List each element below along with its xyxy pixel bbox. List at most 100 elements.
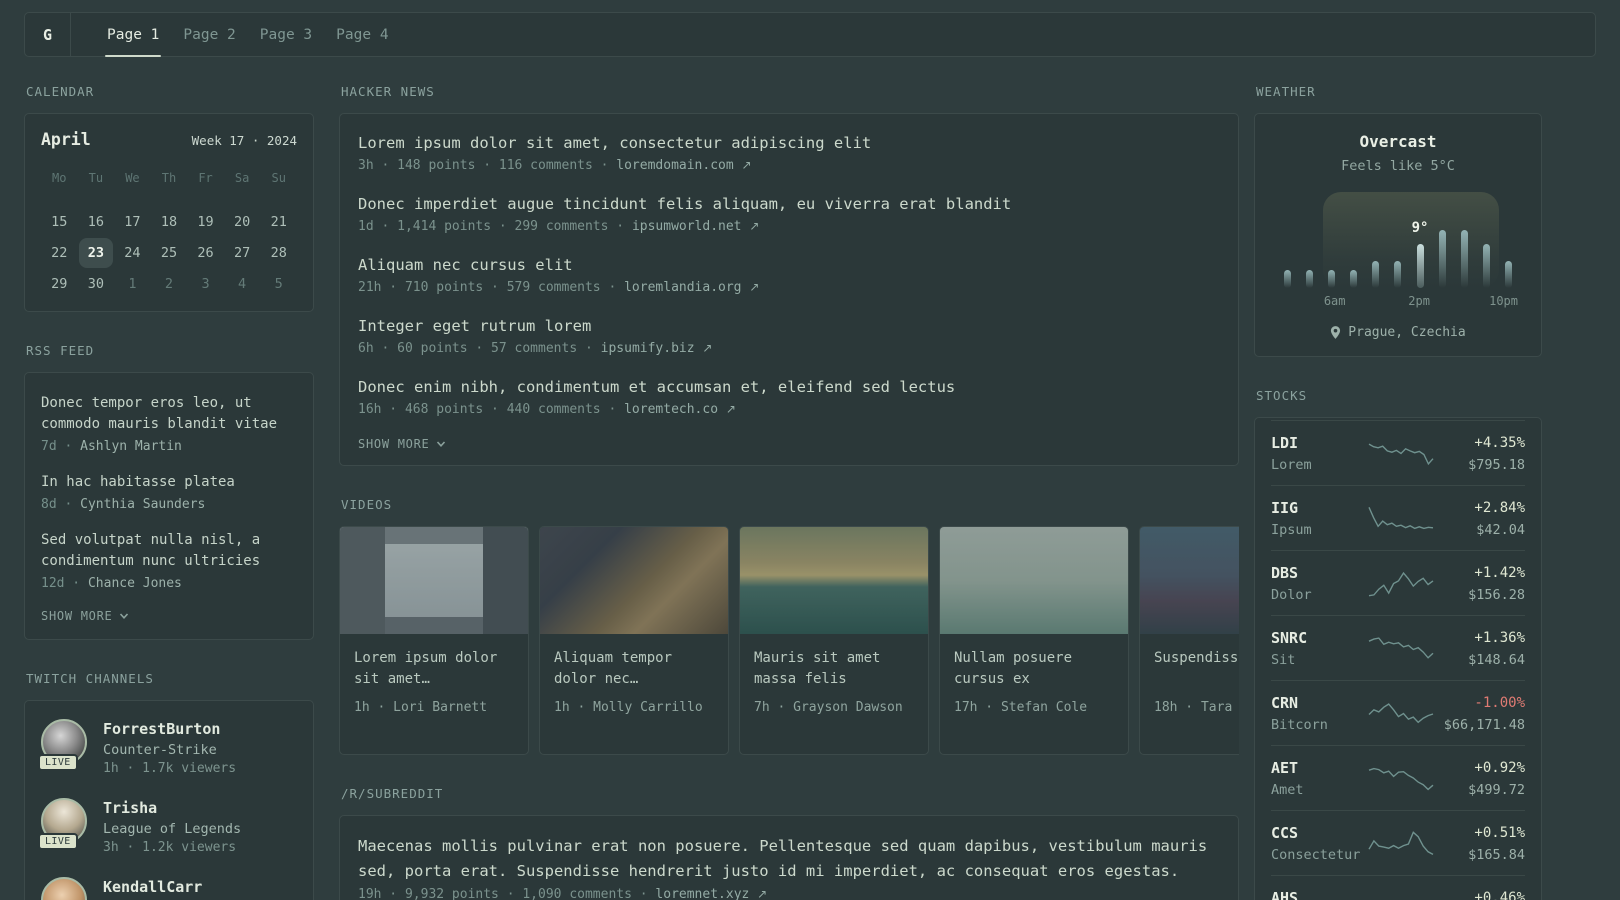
hackernews-item[interactable]: Donec enim nibh, condimentum et accumsan…	[358, 376, 1220, 417]
stock-symbol[interactable]: LDI	[1271, 434, 1367, 453]
video-card[interactable]: Nullam posuere cursus ex 17h · Stefan Co…	[939, 526, 1129, 755]
calendar-day[interactable]: 20	[225, 207, 259, 237]
calendar-day[interactable]: 25	[152, 238, 186, 268]
calendar-day[interactable]: 2	[152, 269, 186, 299]
calendar-day[interactable]: 26	[189, 238, 223, 268]
video-card[interactable]: Lorem ipsum dolor sit amet consectetu… 1…	[339, 526, 529, 755]
calendar-day[interactable]: 23	[78, 238, 113, 268]
hackernews-item[interactable]: Donec imperdiet augue tincidunt felis al…	[358, 193, 1220, 234]
rss-item-title[interactable]: In hac habitasse platea	[41, 472, 297, 493]
calendar-day[interactable]: 22	[42, 238, 76, 268]
stock-row[interactable]: AET Amet +0.92% $499.72	[1271, 745, 1525, 810]
video-thumbnail[interactable]	[940, 527, 1128, 634]
stock-symbol[interactable]: SNRC	[1271, 629, 1367, 648]
stock-price: $148.64	[1468, 652, 1525, 668]
calendar-day[interactable]: 16	[79, 207, 113, 237]
video-card-body: Nullam posuere cursus ex 17h · Stefan Co…	[940, 634, 1128, 715]
subreddit-post[interactable]: Maecenas mollis pulvinar erat non posuer…	[358, 834, 1220, 900]
app-logo[interactable]: G	[25, 13, 71, 56]
stock-price: $795.18	[1468, 457, 1525, 473]
video-title[interactable]: Mauris sit amet massa felis	[754, 648, 914, 690]
rss-item[interactable]: Sed volutpat nulla nisl, a condimentum n…	[41, 530, 297, 591]
calendar-day[interactable]: 28	[262, 238, 296, 268]
video-thumbnail[interactable]	[1140, 527, 1239, 634]
stock-row[interactable]: AHS Adipiscing +0.46% $88.20	[1271, 875, 1525, 900]
stock-symbol[interactable]: CCS	[1271, 824, 1367, 843]
weather-temp-bar	[1350, 270, 1358, 288]
page-tab[interactable]: Page 4	[324, 13, 400, 56]
calendar-day[interactable]: 17	[115, 207, 149, 237]
hackernews-show-more-button[interactable]: SHOW MORE	[358, 437, 1220, 451]
page-tab-label: Page 2	[183, 26, 236, 43]
video-thumbnail[interactable]	[340, 527, 528, 634]
calendar-day[interactable]: 1	[115, 269, 149, 299]
hackernews-item-domain[interactable]: ipsumworld.net	[632, 219, 742, 234]
stock-row[interactable]: SNRC Sit +1.36% $148.64	[1271, 615, 1525, 680]
stock-symbol[interactable]: AET	[1271, 759, 1367, 778]
hackernews-item-title[interactable]: Donec imperdiet augue tincidunt felis al…	[358, 193, 1220, 216]
page-tab[interactable]: Page 2	[171, 13, 247, 56]
twitch-channel-name[interactable]: KendallCarr	[103, 877, 202, 897]
stock-symbol[interactable]: DBS	[1271, 564, 1367, 583]
stock-row[interactable]: DBS Dolor +1.42% $156.28	[1271, 550, 1525, 615]
hackernews-item-stats: 21h · 710 points · 579 comments ·	[358, 280, 625, 295]
hackernews-item-title[interactable]: Integer eget rutrum lorem	[358, 315, 1220, 338]
hackernews-item-domain[interactable]: loremlandia.org	[624, 280, 741, 295]
twitch-channel-info: ForrestBurton Counter-Strike 1h · 1.7k v…	[103, 719, 236, 776]
stock-symbol[interactable]: AHS	[1271, 889, 1367, 900]
calendar-day[interactable]: 5	[262, 269, 296, 299]
calendar-day[interactable]: 29	[42, 269, 76, 299]
rss-item[interactable]: In hac habitasse platea 8d · Cynthia Sau…	[41, 472, 297, 512]
stock-row[interactable]: CRN Bitcorn -1.00% $66,171.48	[1271, 680, 1525, 745]
hackernews-item-title[interactable]: Donec enim nibh, condimentum et accumsan…	[358, 376, 1220, 399]
video-title[interactable]: Aliquam tempor dolor nec pharetra…	[554, 648, 714, 690]
rss-show-more-button[interactable]: SHOW MORE	[41, 609, 297, 623]
stock-change: +1.36%	[1474, 630, 1525, 646]
hackernews-item[interactable]: Lorem ipsum dolor sit amet, consectetur …	[358, 132, 1220, 173]
calendar-day[interactable]: 30	[79, 269, 113, 299]
twitch-channel-name[interactable]: ForrestBurton	[103, 719, 236, 739]
video-card[interactable]: Aliquam tempor dolor nec pharetra… 1h · …	[539, 526, 729, 755]
hackernews-item-domain[interactable]: loremtech.co	[624, 402, 718, 417]
hackernews-item-domain[interactable]: loremdomain.com	[616, 158, 733, 173]
twitch-channel-name[interactable]: Trisha	[103, 798, 241, 818]
stock-symbol[interactable]: CRN	[1271, 694, 1367, 713]
page-tab[interactable]: Page 3	[248, 13, 324, 56]
rss-item[interactable]: Donec tempor eros leo, ut commodo mauris…	[41, 393, 297, 454]
video-thumbnail[interactable]	[540, 527, 728, 634]
calendar-day[interactable]: 27	[225, 238, 259, 268]
hackernews-item[interactable]: Integer eget rutrum lorem 6h · 60 points…	[358, 315, 1220, 356]
stock-row[interactable]: IIG Ipsum +2.84% $42.04	[1271, 485, 1525, 550]
twitch-channel-row[interactable]: LIVE KendallCarr	[41, 877, 297, 900]
page-tab[interactable]: Page 1	[95, 13, 171, 57]
video-title[interactable]: Suspendisse diam	[1154, 648, 1239, 690]
rss-item-title[interactable]: Donec tempor eros leo, ut commodo mauris…	[41, 393, 297, 435]
calendar-day[interactable]: 19	[189, 207, 223, 237]
video-title[interactable]: Lorem ipsum dolor sit amet consectetu…	[354, 648, 514, 690]
video-card[interactable]: Mauris sit amet massa felis 7h · Grayson…	[739, 526, 929, 755]
hackernews-item-title[interactable]: Aliquam nec cursus elit	[358, 254, 1220, 277]
hackernews-item-title[interactable]: Lorem ipsum dolor sit amet, consectetur …	[358, 132, 1220, 155]
video-thumbnail[interactable]	[740, 527, 928, 634]
calendar-day[interactable]: 4	[225, 269, 259, 299]
calendar-day[interactable]: 3	[189, 269, 223, 299]
subreddit-post-title[interactable]: Maecenas mollis pulvinar erat non posuer…	[358, 834, 1220, 884]
calendar-day[interactable]: 21	[262, 207, 296, 237]
hackernews-item-domain[interactable]: ipsumify.biz	[601, 341, 695, 356]
subreddit-post-domain[interactable]: loremnet.xyz	[655, 887, 749, 900]
calendar-day[interactable]: 15	[42, 207, 76, 237]
calendar-day[interactable]: 24	[115, 238, 149, 268]
stock-row[interactable]: CCS Consectetur +0.51% $165.84	[1271, 810, 1525, 875]
twitch-avatar-wrap: LIVE	[38, 719, 87, 771]
video-title[interactable]: Nullam posuere cursus ex	[954, 648, 1114, 690]
twitch-channel-row[interactable]: LIVE ForrestBurton Counter-Strike 1h · 1…	[38, 719, 297, 776]
calendar-day[interactable]: 18	[152, 207, 186, 237]
video-card[interactable]: Suspendisse diam 18h · Tara	[1139, 526, 1239, 755]
weather-location[interactable]: Prague, Czechia	[1275, 325, 1521, 340]
external-link-icon: ↗	[749, 219, 760, 233]
hackernews-item[interactable]: Aliquam nec cursus elit 21h · 710 points…	[358, 254, 1220, 295]
stock-row[interactable]: LDI Lorem +4.35% $795.18	[1271, 420, 1525, 485]
stock-symbol[interactable]: IIG	[1271, 499, 1367, 518]
twitch-channel-row[interactable]: LIVE Trisha League of Legends 3h · 1.2k …	[38, 798, 297, 855]
rss-item-title[interactable]: Sed volutpat nulla nisl, a condimentum n…	[41, 530, 297, 572]
